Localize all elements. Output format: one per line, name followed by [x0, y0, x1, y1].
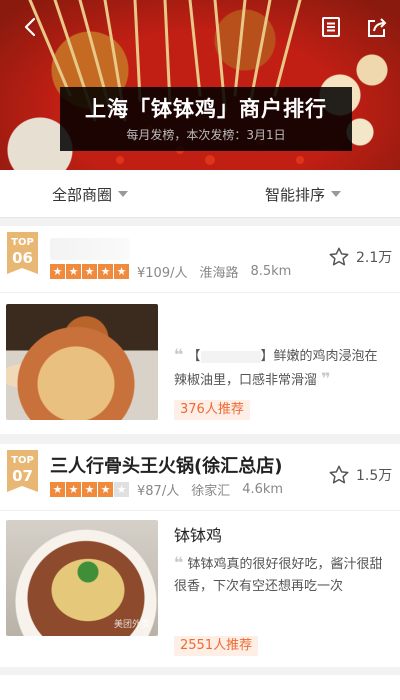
photo-watermark: 美团外卖: [113, 620, 150, 630]
rating-stars: ★ ★ ★ ★ ★: [50, 481, 130, 497]
star-icon: ★: [66, 263, 81, 279]
shop-meta: ★ ★ ★ ★ ★ ¥109/人 淮海路 8.5km: [50, 262, 292, 281]
star-icon: ★: [50, 263, 65, 279]
review-open: 【: [187, 349, 201, 364]
area-filter-label: 全部商圈: [52, 185, 113, 204]
rating-stars: ★ ★ ★ ★ ★: [50, 263, 130, 279]
avg-price: ¥109/人: [137, 265, 188, 281]
rank-number: 06: [12, 249, 33, 267]
hero-banner: 上海「钵钵鸡」商户排行 每月发榜，本次发榜：3月1日: [0, 0, 400, 170]
list-button[interactable]: [316, 12, 346, 42]
divider: [0, 510, 400, 511]
badge-notch: [7, 268, 38, 274]
favorite-button[interactable]: 2.1万: [328, 246, 392, 268]
star-icon: ★: [114, 481, 129, 497]
shop-card[interactable]: TOP 06 ★ ★ ★ ★ ★ ¥109/人 淮海路 8.5km 2.1万 ❝…: [0, 226, 400, 434]
favorite-button[interactable]: 1.5万: [328, 464, 392, 486]
release-date: 3月1日: [246, 128, 286, 142]
shop-area: 淮海路: [199, 265, 239, 281]
area-filter-dropdown[interactable]: 全部商圈: [52, 170, 129, 218]
shop-card[interactable]: TOP 07 三人行骨头王火锅(徐汇总店) ★ ★ ★ ★ ★ ¥87/人 徐家…: [0, 444, 400, 667]
release-info: 每月发榜，本次发榜：3月1日: [60, 126, 352, 144]
caret-down-icon: [331, 191, 342, 197]
favorite-count: 1.5万: [356, 468, 393, 484]
star-icon: ★: [82, 481, 97, 497]
dish-photo[interactable]: [6, 304, 158, 420]
rank-badge: TOP 07: [7, 450, 38, 492]
star-icon: ★: [114, 263, 129, 279]
star-icon: ★: [98, 481, 113, 497]
share-icon: [368, 18, 387, 37]
back-button[interactable]: [16, 12, 46, 42]
divider: [0, 292, 400, 293]
star-outline-icon: [329, 465, 349, 484]
review-text: 钵钵鸡真的很好很好吃，酱汁很甜很香，下次有空还想再吃一次: [174, 557, 383, 594]
recommend-count: 376人推荐: [174, 400, 250, 420]
rank-badge: TOP 06: [7, 232, 38, 274]
avg-price: ¥87/人: [137, 483, 180, 499]
quote-open-icon: ❝: [174, 553, 184, 572]
rank-badge-top: TOP: [11, 237, 34, 248]
dish-name: 钵钵鸡: [174, 526, 223, 545]
list-icon: [322, 17, 340, 37]
ranking-title-box: 上海「钵钵鸡」商户排行 每月发榜，本次发榜：3月1日: [60, 87, 352, 151]
shop-distance: 4.6km: [242, 481, 284, 497]
shop-card-partial[interactable]: [0, 675, 400, 700]
rank-badge-top: TOP: [11, 455, 34, 466]
sort-dropdown[interactable]: 智能排序: [265, 170, 342, 218]
rank-number: 07: [12, 467, 33, 485]
shop-name[interactable]: 三人行骨头王火锅(徐汇总店): [50, 452, 282, 478]
badge-notch: [7, 486, 38, 492]
shop-area: 徐家汇: [191, 483, 231, 499]
review-redacted: [200, 350, 261, 363]
quote-open-icon: ❝: [174, 345, 184, 364]
release-prefix: 每月发榜，本次发榜：: [126, 128, 247, 142]
star-icon: ★: [50, 481, 65, 497]
filter-bar: 全部商圈 智能排序: [0, 170, 400, 218]
star-icon: ★: [98, 263, 113, 279]
page-title: 上海「钵钵鸡」商户排行: [85, 97, 327, 121]
shop-meta: ★ ★ ★ ★ ★ ¥87/人 徐家汇 4.6km: [50, 480, 284, 499]
star-icon: ★: [82, 263, 97, 279]
recommend-count: 2551人推荐: [174, 636, 259, 656]
dish-photo[interactable]: 美团外卖: [6, 520, 158, 636]
star-icon: ★: [66, 481, 81, 497]
sort-label: 智能排序: [265, 185, 326, 204]
star-outline-icon: [329, 247, 349, 266]
hero-toolbar: [0, 10, 400, 46]
shop-name-redacted: [50, 238, 130, 260]
quote-close-icon: ❞: [321, 369, 331, 388]
shop-distance: 8.5km: [250, 263, 292, 279]
caret-down-icon: [118, 191, 129, 197]
share-button[interactable]: [362, 12, 392, 42]
chevron-left-icon: [24, 17, 36, 37]
review-quote: ❝ 【】鲜嫩的鸡肉浸泡在辣椒油里，口感非常滑溜 ❞: [174, 344, 384, 392]
favorite-count: 2.1万: [356, 250, 393, 266]
review-quote: ❝ 钵钵鸡真的很好很好吃，酱汁很甜很香，下次有空还想再吃一次: [174, 552, 384, 598]
